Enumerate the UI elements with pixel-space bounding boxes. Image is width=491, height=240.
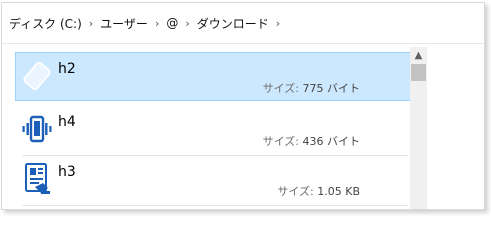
breadcrumb-separator-icon[interactable]: › xyxy=(82,17,100,30)
file-list: h2 サイズ: 775 バイト h4 サイズ: 436 バイト h3 サイズ: … xyxy=(15,52,414,209)
file-size-label: サイズ: xyxy=(262,135,299,148)
breadcrumb-user[interactable]: @ xyxy=(166,16,178,30)
breadcrumb: ディスク (C:) › ユーザー › @ › ダウンロード › xyxy=(2,3,484,43)
scrollbar-thumb[interactable] xyxy=(411,64,426,81)
file-size: サイズ: 436 バイト xyxy=(263,133,360,149)
file-size-value: 775 バイト xyxy=(302,82,361,95)
breadcrumb-separator-icon[interactable]: › xyxy=(178,17,196,30)
vibrate-phone-icon xyxy=(20,112,54,146)
file-name: h2 xyxy=(58,61,76,77)
breadcrumb-users[interactable]: ユーザー xyxy=(100,15,148,32)
file-item[interactable]: h3 サイズ: 1.05 KB xyxy=(15,155,413,206)
breadcrumb-separator-icon[interactable]: › xyxy=(148,17,166,30)
breadcrumb-drive[interactable]: ディスク (C:) xyxy=(9,15,82,32)
vertical-scrollbar[interactable]: ▲ xyxy=(410,47,427,209)
file-size: サイズ: 775 バイト xyxy=(263,80,360,96)
blank-file-icon xyxy=(20,59,54,93)
file-size-label: サイズ: xyxy=(277,185,314,198)
breadcrumb-divider xyxy=(2,43,484,44)
file-name: h3 xyxy=(58,164,76,180)
file-size: サイズ: 1.05 KB xyxy=(277,183,360,199)
document-stamp-icon xyxy=(20,162,54,196)
details-pane xyxy=(429,44,484,209)
file-size-value: 1.05 KB xyxy=(317,185,360,198)
file-item[interactable]: h4 サイズ: 436 バイト xyxy=(15,105,413,156)
file-size-value: 436 バイト xyxy=(302,135,361,148)
scroll-up-arrow-icon[interactable]: ▲ xyxy=(410,47,427,64)
breadcrumb-separator-icon[interactable]: › xyxy=(269,17,287,30)
file-name: h4 xyxy=(58,114,76,130)
file-size-label: サイズ: xyxy=(262,82,299,95)
row-divider xyxy=(22,205,408,206)
file-item[interactable]: h2 サイズ: 775 バイト xyxy=(15,52,413,101)
file-explorer-window: ディスク (C:) › ユーザー › @ › ダウンロード › h2 サイズ: … xyxy=(1,2,485,210)
breadcrumb-downloads[interactable]: ダウンロード xyxy=(197,15,269,32)
